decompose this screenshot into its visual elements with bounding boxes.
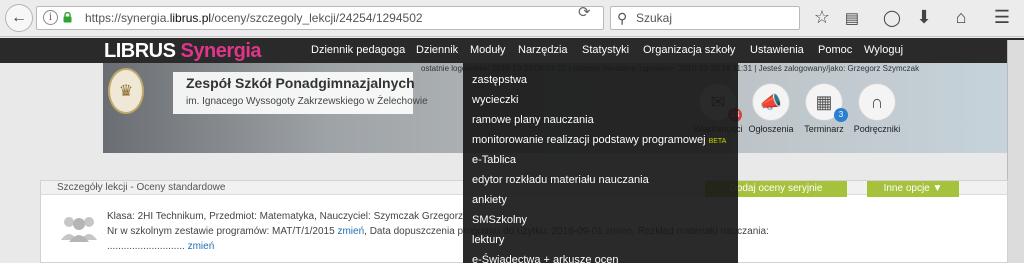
calendar-icon: ▦ 3 — [805, 83, 848, 122]
download-icon[interactable]: ⬇ — [913, 7, 935, 28]
librus-logo[interactable]: LIBRUS Synergia — [104, 40, 261, 63]
search-placeholder: Szukaj — [636, 11, 673, 25]
search-input[interactable]: ⚲ Szukaj — [610, 6, 800, 30]
school-card: Zespół Szkół Ponadgimnazjalnych im. Igna… — [173, 72, 428, 114]
module-podreczniki[interactable]: ∩ Podręczniki — [854, 83, 900, 134]
megaphone-icon: 📣 — [752, 83, 790, 121]
lock-icon — [63, 12, 72, 23]
beta-badge: BETA — [708, 138, 727, 145]
search-icon: ⚲ — [617, 10, 628, 26]
school-name: Zespół Szkół Ponadgimnazjalnych — [186, 75, 415, 91]
nav-ustawienia[interactable]: Ustawienia — [750, 44, 804, 56]
module-ogloszenia[interactable]: 📣 Ogłoszenia — [748, 83, 794, 134]
nav-moduly[interactable]: Moduły — [470, 44, 505, 56]
bookmark-star-icon[interactable]: ☆ — [811, 7, 833, 28]
school-subtitle: im. Ignacego Wyssogoty Zakrzewskiego w Ż… — [186, 96, 428, 107]
menu-item-edytor-rozkladu[interactable]: edytor rozkładu materiału nauczania — [472, 174, 649, 186]
url-text: https://synergia.librus.pl/oceny/szczego… — [85, 11, 423, 25]
lesson-info-line: Klasa: 2HI Technikum, Przedmiot: Matemat… — [107, 211, 464, 222]
more-options-button[interactable]: Inne opcje ▼ — [867, 181, 959, 197]
back-arrow-icon: ← — [11, 9, 27, 26]
nav-dziennik[interactable]: Dziennik — [416, 44, 458, 56]
reload-icon[interactable]: ⟳ — [578, 3, 591, 21]
users-icon — [61, 217, 97, 242]
menu-item-e-tablica[interactable]: e-Tablica — [472, 154, 516, 166]
nav-wyloguj[interactable]: Wyloguj — [864, 44, 903, 56]
nav-narzedzia[interactable]: Narzędzia — [518, 44, 568, 56]
pocket-icon[interactable]: ◯ — [881, 8, 903, 28]
nav-organizacja-szkoly[interactable]: Organizacja szkoły — [643, 44, 735, 56]
info-icon[interactable]: i — [43, 10, 58, 25]
menu-item-ankiety[interactable]: ankiety — [472, 194, 507, 206]
module-terminarz[interactable]: ▦ 3 Terminarz — [803, 83, 848, 134]
menu-item-ramowe-plany[interactable]: ramowe plany nauczania — [472, 114, 594, 126]
scrollbar[interactable] — [1007, 40, 1024, 263]
menu-item-lektury[interactable]: lektury — [472, 234, 504, 246]
reading-list-icon[interactable]: ▤ — [841, 9, 863, 27]
change-material-link[interactable]: zmień — [188, 241, 215, 252]
menu-item-smszkolny[interactable]: SMSzkolny — [472, 214, 527, 226]
menu-icon[interactable]: ☰ — [991, 7, 1013, 28]
menu-item-e-swiadectwa[interactable]: e-Świadectwa + arkusze ocen — [472, 254, 618, 263]
book-icon: ∩ — [858, 83, 896, 121]
browser-toolbar: ← i https://synergia.librus.pl/oceny/szc… — [0, 0, 1024, 37]
menu-item-monitorowanie[interactable]: monitorowanie realizacji podstawy progra… — [472, 134, 726, 146]
school-crest-logo: ♛ — [108, 68, 144, 114]
module-label: Podręczniki — [853, 124, 901, 134]
home-icon[interactable]: ⌂ — [950, 7, 972, 28]
nav-statystyki[interactable]: Statystyki — [582, 44, 629, 56]
address-bar[interactable]: i https://synergia.librus.pl/oceny/szcze… — [36, 6, 604, 30]
nav-dziennik-pedagoga[interactable]: Dziennik pedagoga — [311, 44, 405, 56]
nav-pomoc[interactable]: Pomoc — [818, 44, 852, 56]
modules-dropdown-menu: zastępstwa wycieczki ramowe plany naucza… — [463, 63, 738, 263]
change-program-link[interactable]: zmień — [337, 226, 364, 237]
site-navbar: LIBRUS Synergia Dziennik pedagoga Dzienn… — [0, 38, 1024, 63]
back-button[interactable]: ← — [5, 4, 33, 32]
menu-item-zastepstwa[interactable]: zastępstwa — [472, 74, 527, 86]
terminarz-count-badge: 3 — [834, 108, 848, 122]
panel-title: Szczegóły lekcji - Oceny standardowe — [57, 182, 226, 193]
menu-item-wycieczki[interactable]: wycieczki — [472, 94, 518, 106]
material-info-line: ............................ zmień — [107, 241, 215, 252]
